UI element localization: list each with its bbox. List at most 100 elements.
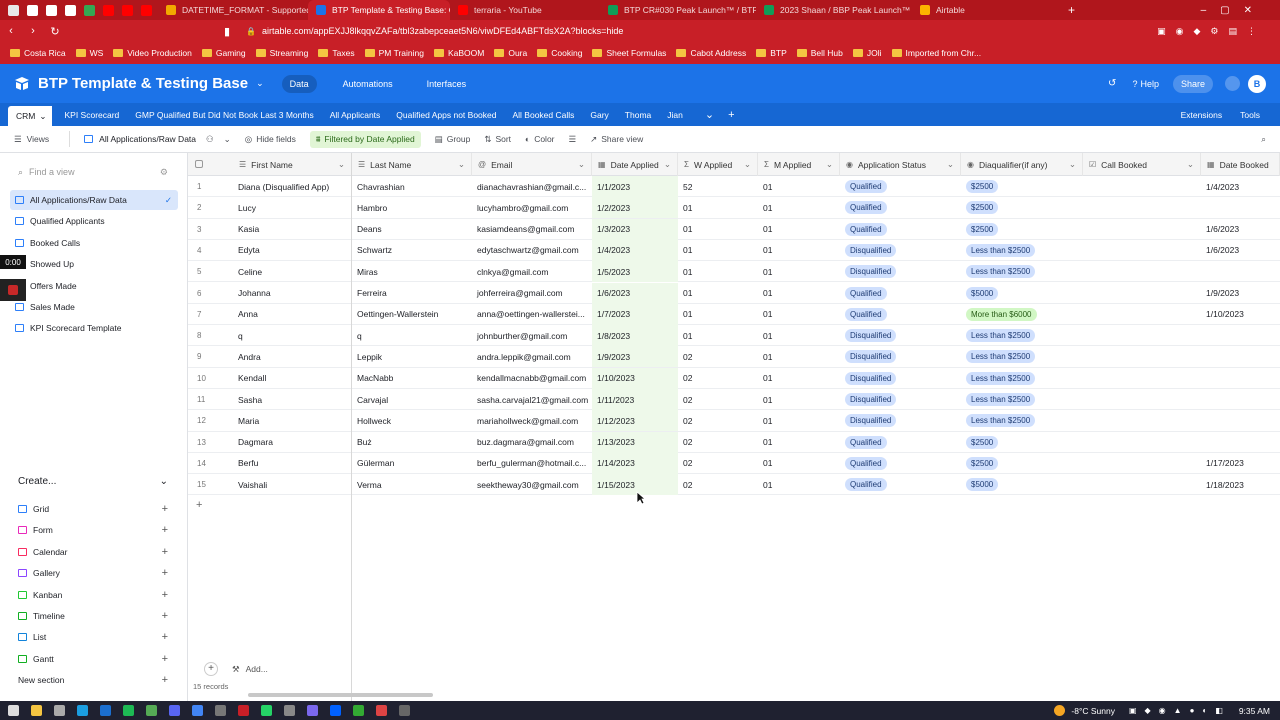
table-tab[interactable]: All Applicants bbox=[322, 110, 389, 120]
discord-icon[interactable] bbox=[169, 705, 180, 716]
table-cell[interactable]: Less than $2500 bbox=[961, 389, 1083, 410]
table-cell[interactable]: 01 bbox=[758, 240, 840, 261]
call-booked-cell[interactable] bbox=[1083, 197, 1201, 218]
tools-button[interactable]: Tools bbox=[1240, 110, 1260, 120]
chevron-down-icon[interactable]: ⌄ bbox=[458, 159, 465, 170]
nav-data[interactable]: Data bbox=[281, 74, 317, 93]
table-cell[interactable]: andra.leppik@gmail.com bbox=[472, 346, 592, 367]
date-booked-cell[interactable] bbox=[1201, 325, 1280, 346]
table-cell[interactable]: 01 bbox=[678, 304, 758, 325]
bookmark-item[interactable]: Imported from Chr... bbox=[891, 48, 981, 58]
table-cell[interactable]: 1/13/2023 bbox=[592, 431, 678, 453]
chevron-down-icon[interactable]: ⌄ bbox=[338, 159, 345, 170]
table-cell[interactable]: anna@oettingen-wallerstei... bbox=[472, 304, 592, 325]
table-cell[interactable]: mariahollweck@gmail.com bbox=[472, 410, 592, 431]
bookmark-item[interactable]: Streaming bbox=[255, 48, 308, 58]
column-header[interactable]: Σ M Applied ⌄ bbox=[758, 153, 840, 176]
date-booked-cell[interactable] bbox=[1201, 410, 1280, 431]
table-cell[interactable]: q bbox=[233, 325, 352, 346]
extension-icons[interactable]: ▣◉◆⚙▤⋮ bbox=[1157, 26, 1266, 37]
reload-icon[interactable]: ↻ bbox=[44, 25, 66, 38]
browser-tab-active[interactable]: BTP Template & Testing Base: CR✕ bbox=[308, 0, 450, 20]
table-cell[interactable]: Deans bbox=[352, 219, 472, 240]
app-icon[interactable] bbox=[330, 705, 341, 716]
chevron-down-icon[interactable]: ⌄ bbox=[256, 78, 264, 89]
table-cell[interactable]: 1/2/2023 bbox=[592, 197, 678, 219]
call-booked-cell[interactable] bbox=[1083, 261, 1201, 282]
table-cell[interactable]: 02 bbox=[678, 410, 758, 431]
table-cell[interactable]: 1/3/2023 bbox=[592, 218, 678, 240]
bookmark-icon[interactable]: ▮ bbox=[216, 25, 238, 38]
gmail-icon-2[interactable] bbox=[46, 4, 57, 16]
table-cell[interactable]: 01 bbox=[678, 261, 758, 282]
table-cell[interactable]: dianachavrashian@gmail.c... bbox=[472, 176, 592, 197]
add-icon[interactable]: + bbox=[162, 589, 168, 601]
table-cell[interactable]: Disqualified bbox=[840, 261, 961, 282]
column-header[interactable]: @ Email ⌄ bbox=[472, 153, 592, 176]
table-cell[interactable]: Ferreira bbox=[352, 283, 472, 304]
avatar[interactable]: B bbox=[1248, 74, 1266, 93]
table-cell[interactable]: 1/8/2023 bbox=[592, 325, 678, 347]
search-icon[interactable]: ⌕ bbox=[1261, 134, 1266, 145]
table-cell[interactable]: Gülerman bbox=[352, 453, 472, 474]
call-booked-cell[interactable] bbox=[1083, 240, 1201, 261]
table-cell[interactable]: 1/14/2023 bbox=[592, 452, 678, 474]
nav-automations[interactable]: Automations bbox=[335, 75, 401, 93]
table-cell[interactable]: 1/4/2023 bbox=[592, 239, 678, 261]
table-cell[interactable]: Less than $2500 bbox=[961, 368, 1083, 389]
table-cell[interactable]: 1/7/2023 bbox=[592, 303, 678, 325]
table-cell[interactable]: Kasia bbox=[233, 219, 352, 240]
table-cell[interactable]: kasiamdeans@gmail.com bbox=[472, 219, 592, 240]
table-cell[interactable]: lucyhambro@gmail.com bbox=[472, 197, 592, 218]
table-cell[interactable]: 02 bbox=[678, 389, 758, 410]
table-cell[interactable]: Disqualified bbox=[840, 389, 961, 410]
call-booked-cell[interactable] bbox=[1083, 283, 1201, 304]
youtube-icon-2[interactable] bbox=[122, 4, 133, 16]
gmail-icon[interactable] bbox=[27, 4, 38, 16]
sidebar-view-item[interactable]: All Applications/Raw Data ✓ bbox=[10, 190, 178, 210]
browser-tab[interactable]: DATETIME_FORMAT - Supported For bbox=[158, 0, 308, 20]
extensions-button[interactable]: Extensions bbox=[1181, 110, 1223, 120]
select-all-checkbox[interactable] bbox=[195, 160, 203, 168]
table-cell[interactable]: Johanna bbox=[233, 283, 352, 304]
table-cell[interactable]: Oettingen-Wallerstein bbox=[352, 304, 472, 325]
call-booked-cell[interactable] bbox=[1083, 432, 1201, 453]
file-explorer-icon[interactable] bbox=[31, 705, 42, 716]
date-booked-cell[interactable]: 1/6/2023 bbox=[1201, 219, 1280, 240]
table-cell[interactable]: Chavrashian bbox=[352, 176, 472, 197]
table-cell[interactable]: More than $6000 bbox=[961, 304, 1083, 325]
forward-icon[interactable]: › bbox=[22, 25, 44, 37]
settings-icon[interactable] bbox=[54, 705, 65, 716]
table-cell[interactable]: $2500 bbox=[961, 453, 1083, 474]
table-cell[interactable]: 01 bbox=[758, 432, 840, 453]
bookmark-item[interactable]: KaBOOM bbox=[433, 48, 484, 58]
help-icon[interactable]: ? bbox=[1132, 79, 1137, 89]
table-cell[interactable]: Qualified bbox=[840, 219, 961, 240]
add-icon[interactable]: + bbox=[162, 674, 168, 686]
table-cell[interactable]: $2500 bbox=[961, 176, 1083, 197]
sidebar-view-item[interactable]: Showed Up bbox=[10, 254, 178, 274]
more-tables-icon[interactable]: ⌄ bbox=[705, 108, 714, 121]
table-cell[interactable]: 1/1/2023 bbox=[592, 176, 678, 197]
table-tab[interactable]: Qualified Apps not Booked bbox=[388, 110, 504, 120]
chevron-down-icon[interactable]: ⌄ bbox=[578, 159, 585, 170]
history-icon[interactable]: ↺ bbox=[1108, 78, 1116, 89]
add-icon[interactable]: + bbox=[162, 653, 168, 665]
table-cell[interactable]: Schwartz bbox=[352, 240, 472, 261]
drive-icon[interactable] bbox=[84, 4, 95, 16]
chevron-down-icon[interactable]: ⌄ bbox=[947, 159, 954, 170]
column-header[interactable]: ☰ Last Name ⌄ bbox=[352, 153, 472, 176]
bookmark-item[interactable]: BTP bbox=[756, 48, 787, 58]
column-header[interactable]: ◉ Application Status ⌄ bbox=[840, 153, 961, 176]
app-icon[interactable] bbox=[215, 705, 226, 716]
new-tab-icon[interactable]: + bbox=[1068, 3, 1075, 17]
table-cell[interactable]: johferreira@gmail.com bbox=[472, 283, 592, 304]
table-cell[interactable]: Qualified bbox=[840, 283, 961, 304]
call-booked-cell[interactable] bbox=[1083, 176, 1201, 197]
table-cell[interactable]: Miras bbox=[352, 261, 472, 282]
create-item[interactable]: Timeline + bbox=[18, 607, 168, 625]
table-cell[interactable]: Disqualified bbox=[840, 410, 961, 431]
record-button[interactable] bbox=[0, 279, 26, 301]
sidebar-view-item[interactable]: Offers Made bbox=[10, 276, 178, 296]
date-booked-cell[interactable] bbox=[1201, 432, 1280, 453]
